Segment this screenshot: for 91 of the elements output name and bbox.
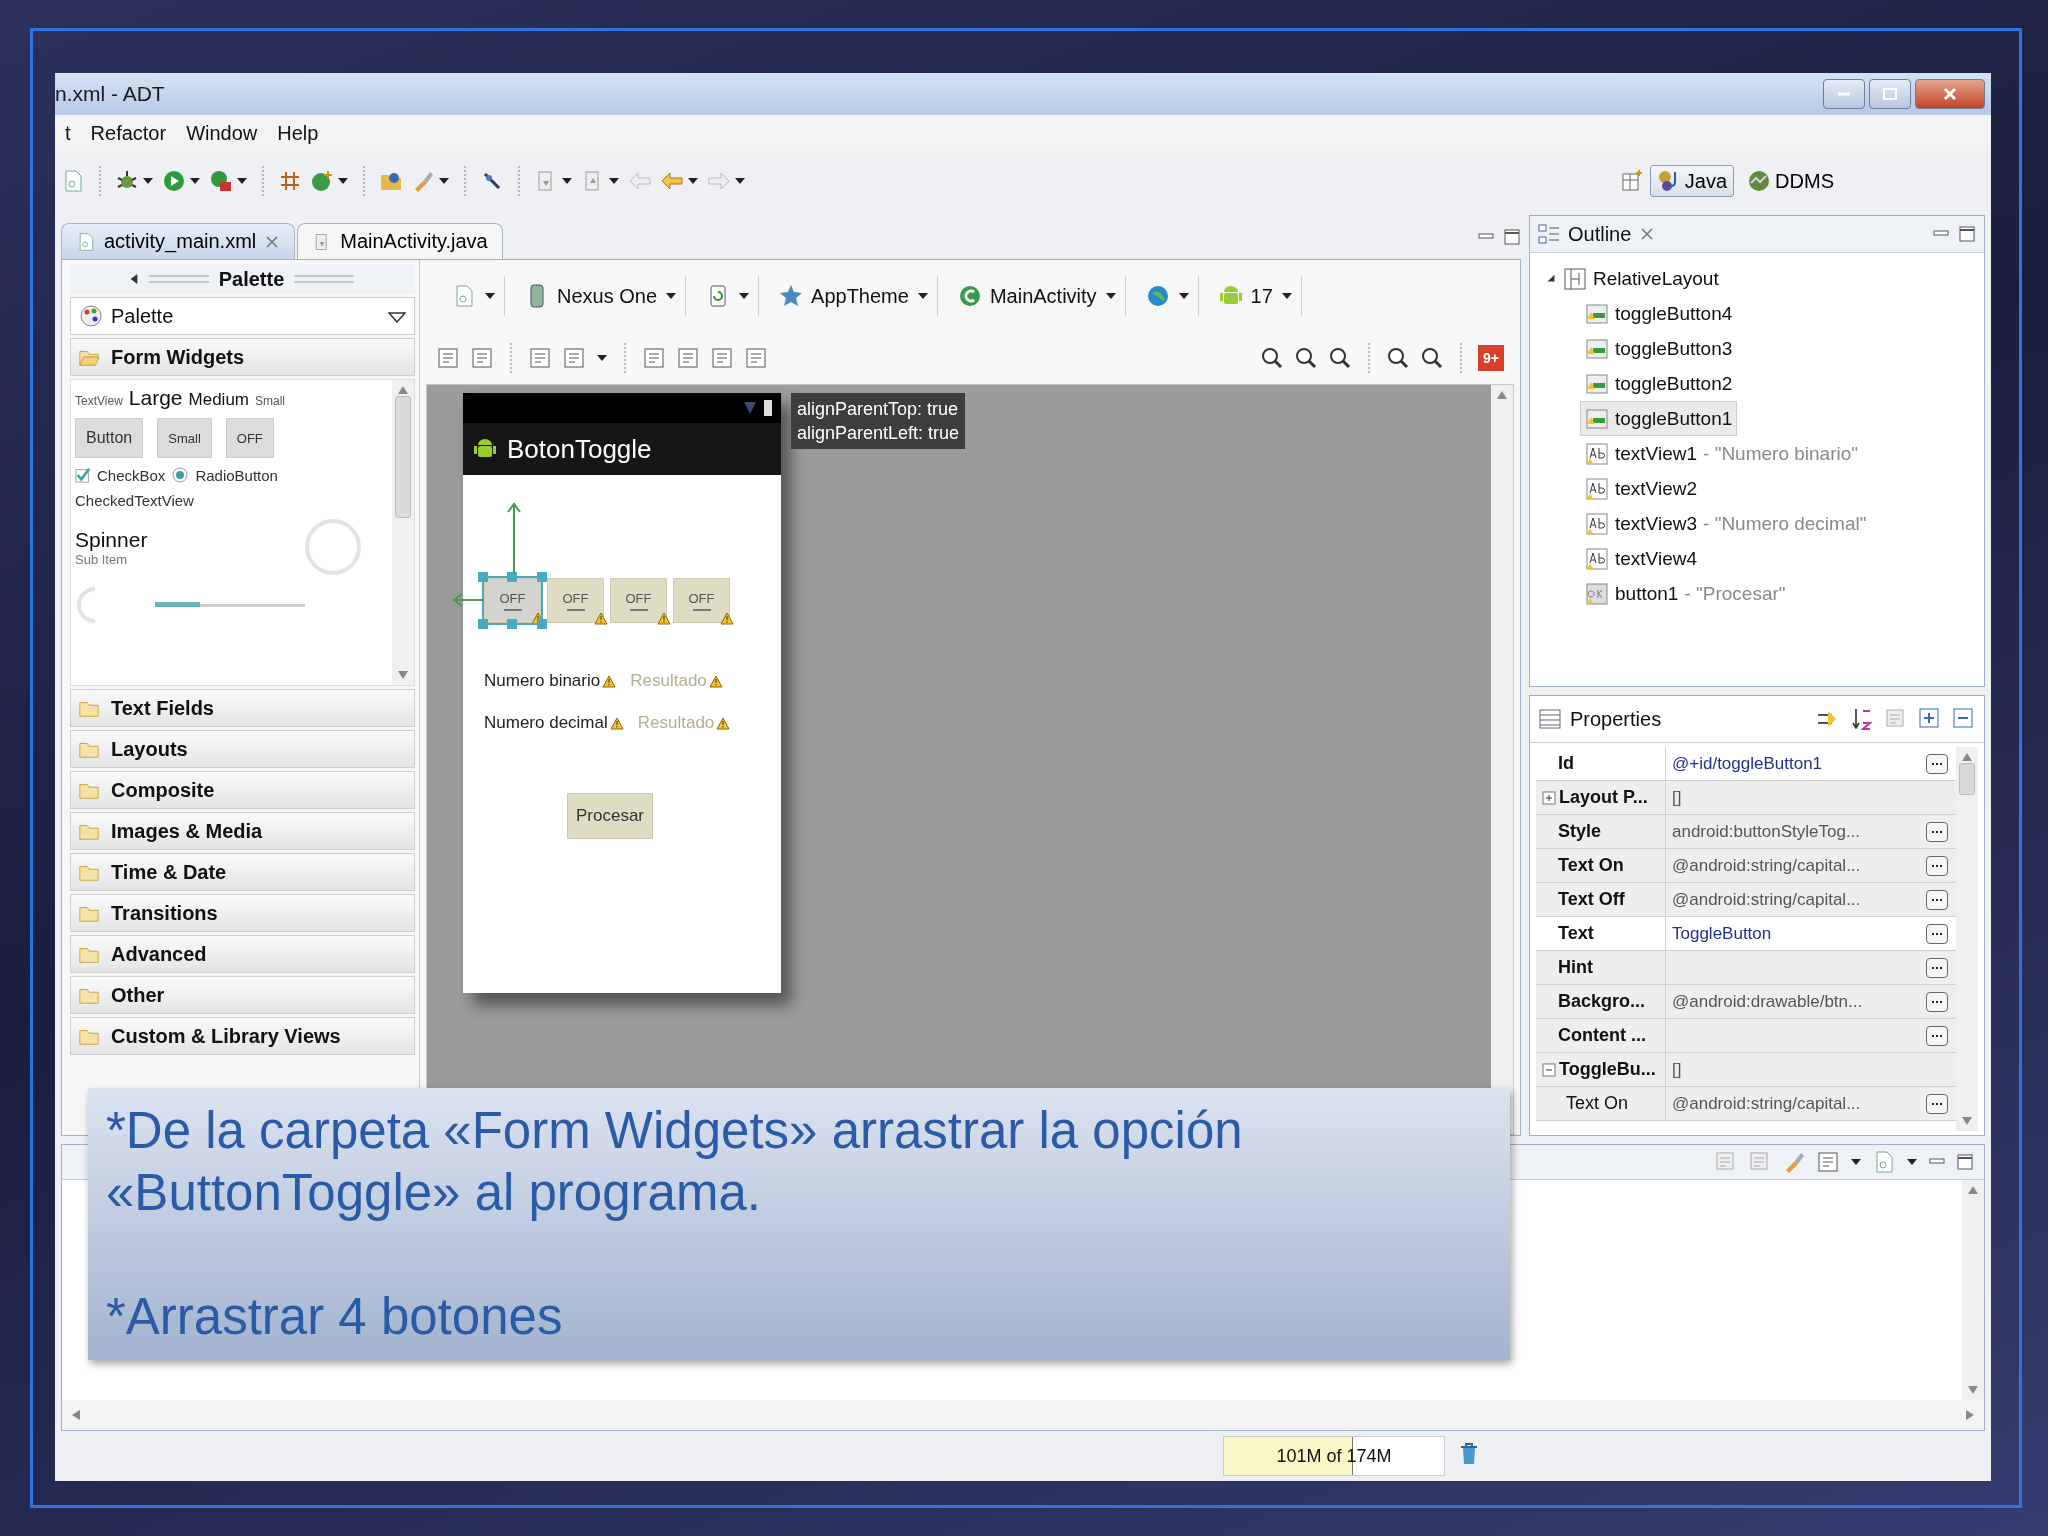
outline-item[interactable]: textView2 bbox=[1580, 471, 1703, 506]
procesar-button[interactable]: Procesar bbox=[567, 793, 653, 839]
property-row[interactable]: Backgro... @android:drawable/btn... bbox=[1536, 985, 1956, 1019]
palette-section[interactable]: Transitions bbox=[70, 894, 415, 932]
property-value[interactable]: @android:string/capital... bbox=[1672, 889, 1861, 909]
activity-dropdown[interactable]: MainActivity bbox=[949, 276, 1126, 316]
property-row[interactable]: ToggleBu... [] bbox=[1536, 1053, 1956, 1087]
toggle-button[interactable]: OFF bbox=[547, 578, 604, 623]
theme-dropdown[interactable]: AppTheme bbox=[771, 276, 938, 316]
property-name: ToggleBu... bbox=[1559, 1059, 1656, 1080]
property-row[interactable]: Text On @android:string/capital... bbox=[1536, 849, 1956, 883]
property-row[interactable]: Style android:buttonStyleTog... bbox=[1536, 815, 1956, 849]
perspective-button[interactable]: Java bbox=[1649, 165, 1735, 197]
outline-item[interactable]: RelativeLayout bbox=[1540, 261, 1724, 296]
palette-section[interactable]: Custom & Library Views bbox=[70, 1017, 415, 1055]
toggle-button[interactable]: OFF bbox=[610, 578, 667, 623]
perspective-button[interactable]: DDMS bbox=[1740, 165, 1841, 197]
outline-item[interactable]: textView4 bbox=[1580, 541, 1703, 576]
property-row[interactable]: Id @+id/toggleButton1 bbox=[1536, 747, 1956, 781]
note-text: *Arrastrar 4 botones bbox=[106, 1287, 564, 1347]
property-name: Content ... bbox=[1558, 1025, 1646, 1046]
palette-section[interactable]: Form Widgets bbox=[70, 338, 415, 376]
device-dropdown[interactable]: Nexus One bbox=[517, 276, 687, 316]
property-value[interactable]: ToggleButton bbox=[1672, 923, 1772, 943]
property-name: Text On bbox=[1558, 855, 1624, 876]
outline-item[interactable]: textView1 - "Numero binario" bbox=[1580, 436, 1864, 471]
toggle-button[interactable]: OFF bbox=[673, 578, 730, 623]
outline-item[interactable]: toggleButton2 bbox=[1580, 366, 1738, 401]
palette-section[interactable]: Time & Date bbox=[70, 853, 415, 891]
note-text: *De la carpeta «Form Widgets» arrastrar la opción «ButtonToggle» al programa. bbox=[106, 1101, 1244, 1223]
property-name: Hint bbox=[1558, 957, 1593, 978]
palette-section[interactable]: Layouts bbox=[70, 730, 415, 768]
property-row[interactable]: Text On @android:string/capital... bbox=[1536, 1087, 1956, 1121]
property-name: Text bbox=[1558, 923, 1594, 944]
property-name: Style bbox=[1558, 821, 1602, 842]
menu-item[interactable]: Window bbox=[176, 121, 268, 145]
outline-item[interactable]: toggleButton3 bbox=[1580, 331, 1738, 366]
palette-section[interactable]: Other bbox=[70, 976, 415, 1014]
widget-label[interactable]: RadioButton bbox=[195, 466, 278, 484]
widget-label[interactable]: Medium bbox=[188, 390, 249, 410]
layout-tooltip: alignParentTop: true alignParentLeft: true bbox=[791, 393, 966, 449]
property-name: Id bbox=[1558, 753, 1574, 774]
window-title: n.xml - ADT bbox=[55, 82, 165, 106]
menu-item[interactable]: Help bbox=[267, 121, 329, 145]
property-value[interactable]: @android:drawable/btn... bbox=[1672, 991, 1863, 1011]
property-name: Text Off bbox=[1558, 889, 1625, 910]
property-row[interactable]: Text ToggleButton bbox=[1536, 917, 1956, 951]
widget-label[interactable]: Small bbox=[255, 394, 285, 408]
spinner-widget[interactable]: Spinner Sub Item bbox=[75, 527, 148, 567]
property-value[interactable]: [] bbox=[1672, 1059, 1682, 1079]
property-value[interactable]: @+id/toggleButton1 bbox=[1672, 753, 1823, 773]
palette-section[interactable]: Composite bbox=[70, 771, 415, 809]
property-row[interactable]: Content ... bbox=[1536, 1019, 1956, 1053]
toggle-button[interactable]: OFF bbox=[484, 578, 541, 623]
menu-item[interactable]: t bbox=[55, 121, 81, 145]
property-value[interactable]: [] bbox=[1672, 787, 1682, 807]
widget-label[interactable]: TextView bbox=[75, 394, 123, 408]
editor-tab[interactable]: MainActivity.java bbox=[297, 223, 503, 259]
app-title: BotonToggle bbox=[507, 433, 652, 465]
property-value[interactable]: @android:string/capital... bbox=[1672, 1093, 1861, 1113]
palette-dropdown[interactable]: Palette bbox=[70, 297, 415, 335]
outline-tab[interactable]: Outline bbox=[1538, 222, 1656, 246]
property-name: Layout P... bbox=[1559, 787, 1648, 808]
property-name: Backgro... bbox=[1558, 991, 1646, 1012]
property-value[interactable]: android:buttonStyleTog... bbox=[1672, 821, 1861, 841]
properties-title: Properties bbox=[1538, 707, 1662, 731]
widget-label[interactable]: CheckedTextView bbox=[75, 492, 388, 509]
widget-button[interactable]: Small bbox=[157, 418, 212, 458]
property-row[interactable]: Text Off @android:string/capital... bbox=[1536, 883, 1956, 917]
outline-item[interactable]: textView3 - "Numero decimal" bbox=[1580, 506, 1872, 541]
widget-label[interactable]: Large bbox=[128, 386, 183, 410]
palette-header: Palette bbox=[70, 264, 415, 294]
text-view[interactable]: Numero decimal bbox=[484, 713, 608, 733]
outline-item[interactable]: button1 - "Procesar" bbox=[1580, 576, 1791, 611]
widget-label[interactable]: CheckBox bbox=[97, 466, 166, 484]
property-row[interactable]: Layout P... [] bbox=[1536, 781, 1956, 815]
property-value[interactable]: @android:string/capital... bbox=[1672, 855, 1861, 875]
palette-section[interactable]: Text Fields bbox=[70, 689, 415, 727]
widget-button[interactable]: Button bbox=[75, 418, 144, 458]
property-name: Text On bbox=[1566, 1093, 1629, 1114]
lint-warnings-badge[interactable]: 9+ bbox=[1478, 345, 1504, 371]
api-level-dropdown[interactable]: 17 bbox=[1210, 276, 1302, 316]
property-row[interactable]: Hint bbox=[1536, 951, 1956, 985]
palette-section[interactable]: Advanced bbox=[70, 935, 415, 973]
palette-section[interactable]: Images & Media bbox=[70, 812, 415, 850]
text-view[interactable]: Numero binario bbox=[484, 671, 601, 691]
editor-tab[interactable]: activity_main.xml bbox=[61, 223, 296, 259]
outline-item[interactable]: toggleButton1 bbox=[1580, 401, 1738, 436]
widget-button[interactable]: OFF bbox=[225, 418, 274, 458]
menu-item[interactable]: Refactor bbox=[80, 121, 177, 145]
outline-item[interactable]: toggleButton4 bbox=[1580, 296, 1738, 331]
